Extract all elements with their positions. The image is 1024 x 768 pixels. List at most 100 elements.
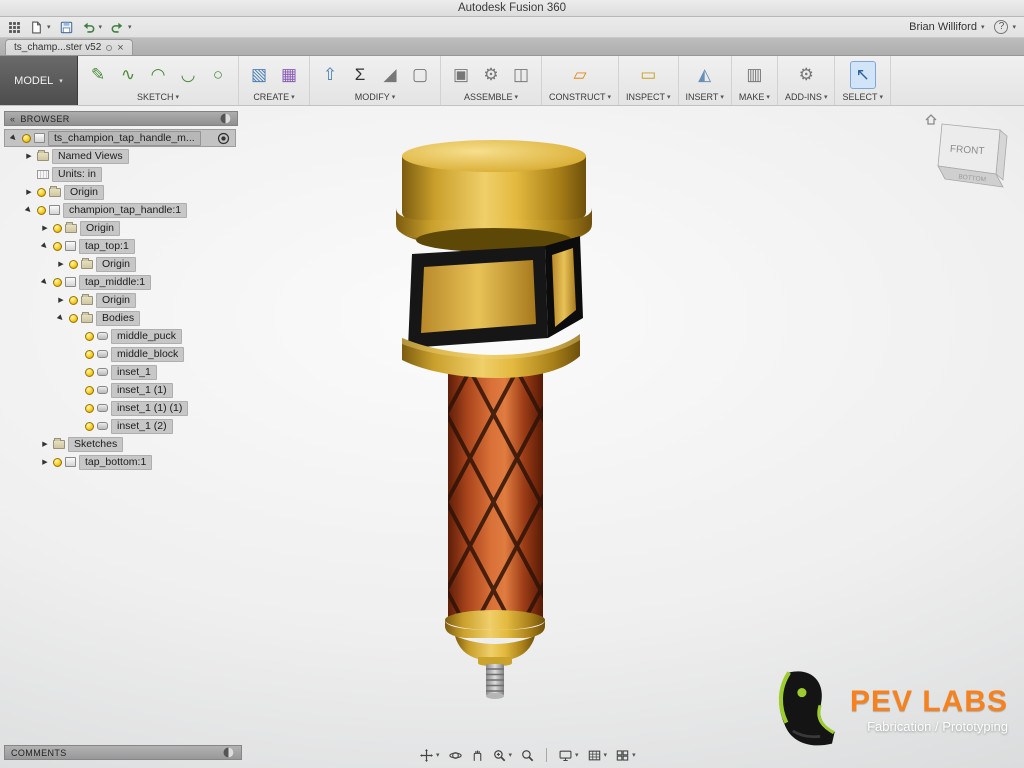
- tree-item-inset-1-2[interactable]: inset_1 (2): [4, 417, 238, 435]
- viewport-3d[interactable]: FRONT BOTTOM « BROWSER ts_champion_tap_h…: [0, 106, 1024, 768]
- expand-arrow-icon[interactable]: [24, 188, 34, 196]
- file-icon[interactable]: ▾: [30, 21, 51, 34]
- tree-item-tap-middle-1[interactable]: tap_middle:1: [4, 273, 238, 291]
- fillet-icon[interactable]: ◢: [377, 61, 403, 89]
- expand-arrow-icon[interactable]: [56, 260, 66, 268]
- tree-item-origin[interactable]: Origin: [4, 255, 238, 273]
- grid-display-icon[interactable]: ▾: [588, 749, 608, 762]
- select-icon[interactable]: ↖: [850, 61, 876, 89]
- viewcube-bottom-face[interactable]: BOTTOM: [958, 174, 986, 184]
- circle-icon[interactable]: ○: [205, 61, 231, 89]
- tree-item-inset-1[interactable]: inset_1: [4, 363, 238, 381]
- tree-item-middle-block[interactable]: middle_block: [4, 345, 238, 363]
- ribbon-group-label-create[interactable]: CREATE▾: [253, 91, 294, 105]
- display-settings-icon[interactable]: ▾: [559, 749, 579, 762]
- user-menu[interactable]: Brian Williford ▾: [909, 21, 984, 33]
- visibility-bulb-icon[interactable]: [85, 386, 94, 395]
- tree-item-origin[interactable]: Origin: [4, 291, 238, 309]
- press-pull-icon[interactable]: ⇧: [317, 61, 343, 89]
- tree-item-champion-tap-handle-1[interactable]: champion_tap_handle:1: [4, 201, 238, 219]
- expand-arrow-icon[interactable]: [40, 440, 50, 448]
- tree-item-named-views[interactable]: Named Views: [4, 147, 238, 165]
- visibility-bulb-icon[interactable]: [22, 134, 31, 143]
- visibility-bulb-icon[interactable]: [85, 350, 94, 359]
- arc-icon[interactable]: ◠: [145, 61, 171, 89]
- visibility-bulb-icon[interactable]: [85, 422, 94, 431]
- ribbon-group-label-sketch[interactable]: SKETCH▾: [137, 91, 179, 105]
- create-form-icon[interactable]: ▧: [246, 61, 272, 89]
- expand-arrow-icon[interactable]: [24, 206, 34, 214]
- parameters-icon[interactable]: Σ: [347, 61, 373, 89]
- visibility-bulb-icon[interactable]: [69, 260, 78, 269]
- expand-arrow-icon[interactable]: [40, 458, 50, 466]
- shell-icon[interactable]: ▢: [407, 61, 433, 89]
- expand-arrow-icon[interactable]: [40, 224, 50, 232]
- create-sketch-icon[interactable]: ✎: [85, 61, 111, 89]
- ribbon-group-label-assemble[interactable]: ASSEMBLE▾: [464, 91, 518, 105]
- tree-item-tap-top-1[interactable]: tap_top:1: [4, 237, 238, 255]
- app-grid-icon[interactable]: [8, 21, 21, 34]
- tree-item-origin[interactable]: Origin: [4, 219, 238, 237]
- ribbon-group-label-select[interactable]: SELECT▾: [842, 91, 883, 105]
- visibility-bulb-icon[interactable]: [85, 332, 94, 341]
- viewports-icon[interactable]: ▾: [616, 749, 636, 762]
- document-tab[interactable]: ts_champ...ster v52 ×: [5, 39, 133, 55]
- browser-header[interactable]: « BROWSER: [4, 111, 238, 126]
- visibility-bulb-icon[interactable]: [53, 278, 62, 287]
- expand-arrow-icon[interactable]: [56, 314, 66, 322]
- comments-toggle-icon[interactable]: [222, 746, 235, 759]
- rigid-group-icon[interactable]: ◫: [508, 61, 534, 89]
- save-icon[interactable]: [60, 21, 73, 34]
- zoom-window-icon[interactable]: ▾: [493, 749, 513, 762]
- visibility-bulb-icon[interactable]: [69, 314, 78, 323]
- measure-icon[interactable]: ▭: [635, 61, 661, 89]
- tree-item-ts-champion-tap-handle-m[interactable]: ts_champion_tap_handle_m...: [4, 129, 236, 147]
- tree-item-middle-puck[interactable]: middle_puck: [4, 327, 238, 345]
- visibility-bulb-icon[interactable]: [37, 188, 46, 197]
- construction-plane-icon[interactable]: ▱: [567, 61, 593, 89]
- pan-icon[interactable]: ▾: [420, 749, 440, 762]
- redo-icon[interactable]: ▾: [111, 21, 132, 34]
- visibility-bulb-icon[interactable]: [85, 368, 94, 377]
- visibility-bulb-icon[interactable]: [53, 458, 62, 467]
- tree-item-tap-bottom-1[interactable]: tap_bottom:1: [4, 453, 238, 471]
- tree-item-inset-1-1-1[interactable]: inset_1 (1) (1): [4, 399, 238, 417]
- browser-toggle-icon[interactable]: [219, 112, 232, 125]
- scripts-addins-icon[interactable]: ⚙: [793, 61, 819, 89]
- ribbon-group-label-make[interactable]: MAKE▾: [739, 91, 770, 105]
- new-component-icon[interactable]: ▣: [448, 61, 474, 89]
- joint-icon[interactable]: ⚙: [478, 61, 504, 89]
- ribbon-group-label-modify[interactable]: MODIFY▾: [355, 91, 396, 105]
- viewcube-home-icon[interactable]: [926, 115, 936, 124]
- ribbon-group-label-construct[interactable]: CONSTRUCT▾: [549, 91, 611, 105]
- visibility-bulb-icon[interactable]: [37, 206, 46, 215]
- spline-icon[interactable]: ∿: [115, 61, 141, 89]
- tree-item-units-in[interactable]: Units: in: [4, 165, 238, 183]
- workspace-switcher[interactable]: MODEL ▾: [0, 56, 78, 105]
- undo-icon[interactable]: ▾: [82, 21, 103, 34]
- expand-arrow-icon[interactable]: [56, 296, 66, 304]
- viewcube[interactable]: FRONT BOTTOM: [922, 108, 1014, 200]
- expand-arrow-icon[interactable]: [40, 278, 50, 286]
- visibility-bulb-icon[interactable]: [53, 224, 62, 233]
- tab-close-icon[interactable]: ×: [117, 43, 123, 53]
- expand-arrow-icon[interactable]: [24, 152, 34, 160]
- ribbon-group-label-add-ins[interactable]: ADD-INS▾: [785, 91, 828, 105]
- coil-icon[interactable]: ▦: [276, 61, 302, 89]
- tree-item-inset-1-1[interactable]: inset_1 (1): [4, 381, 238, 399]
- insert-mesh-icon[interactable]: ◭: [692, 61, 718, 89]
- tree-item-sketches[interactable]: Sketches: [4, 435, 238, 453]
- orbit-icon[interactable]: [449, 749, 462, 762]
- activate-radio-icon[interactable]: [217, 132, 230, 148]
- expand-arrow-icon[interactable]: [9, 134, 19, 142]
- comments-bar[interactable]: COMMENTS: [4, 745, 242, 760]
- make-print-icon[interactable]: ▥: [741, 61, 767, 89]
- zoom-icon[interactable]: [521, 749, 534, 762]
- ribbon-group-label-insert[interactable]: INSERT▾: [686, 91, 724, 105]
- collapse-panel-icon[interactable]: «: [10, 114, 15, 124]
- visibility-bulb-icon[interactable]: [69, 296, 78, 305]
- visibility-bulb-icon[interactable]: [85, 404, 94, 413]
- visibility-bulb-icon[interactable]: [53, 242, 62, 251]
- two-point-arc-icon[interactable]: ◡: [175, 61, 201, 89]
- hand-icon[interactable]: [471, 749, 484, 762]
